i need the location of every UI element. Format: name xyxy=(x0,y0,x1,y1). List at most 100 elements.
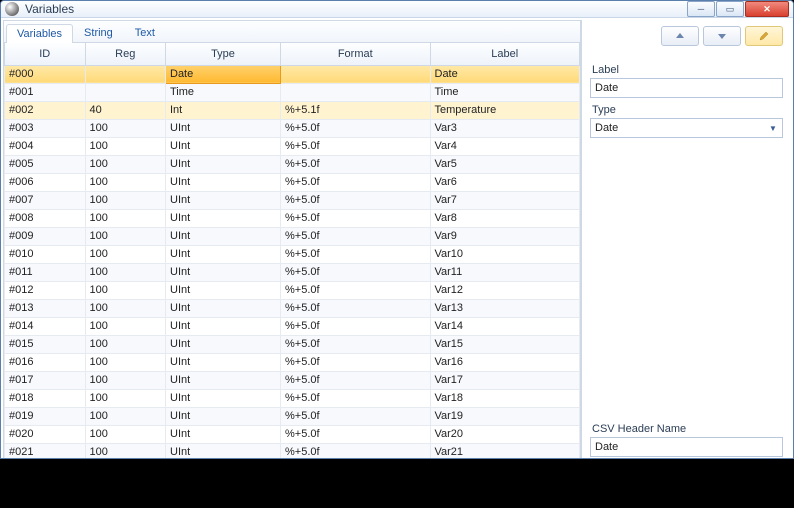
cell-reg[interactable]: 100 xyxy=(85,317,166,335)
cell-format[interactable]: %+5.1f xyxy=(281,101,431,119)
table-row[interactable]: #020100UInt%+5.0fVar20 xyxy=(5,425,580,443)
cell-label[interactable]: Date xyxy=(430,65,580,83)
cell-type[interactable]: UInt xyxy=(166,443,281,459)
cell-reg[interactable]: 100 xyxy=(85,389,166,407)
cell-type[interactable]: Date xyxy=(166,65,281,83)
cell-type[interactable]: UInt xyxy=(166,155,281,173)
cell-format[interactable]: %+5.0f xyxy=(281,227,431,245)
edit-button[interactable] xyxy=(745,26,783,46)
cell-label[interactable]: Var15 xyxy=(430,335,580,353)
cell-format[interactable]: %+5.0f xyxy=(281,407,431,425)
cell-reg[interactable]: 100 xyxy=(85,227,166,245)
cell-reg[interactable]: 100 xyxy=(85,353,166,371)
cell-format[interactable]: %+5.0f xyxy=(281,335,431,353)
cell-type[interactable]: UInt xyxy=(166,263,281,281)
cell-type[interactable]: UInt xyxy=(166,119,281,137)
move-up-button[interactable] xyxy=(661,26,699,46)
cell-label[interactable]: Var4 xyxy=(430,137,580,155)
cell-label[interactable]: Var3 xyxy=(430,119,580,137)
cell-reg[interactable]: 100 xyxy=(85,335,166,353)
cell-label[interactable]: Var9 xyxy=(430,227,580,245)
cell-id[interactable]: #018 xyxy=(5,389,86,407)
cell-type[interactable]: UInt xyxy=(166,407,281,425)
col-reg[interactable]: Reg xyxy=(85,43,166,65)
table-row[interactable]: #008100UInt%+5.0fVar8 xyxy=(5,209,580,227)
tab-text[interactable]: Text xyxy=(124,23,166,42)
cell-format[interactable]: %+5.0f xyxy=(281,119,431,137)
cell-reg[interactable]: 100 xyxy=(85,173,166,191)
minimize-button[interactable]: ─ xyxy=(687,1,715,17)
type-combo[interactable]: Date ▼ xyxy=(590,118,783,138)
cell-reg[interactable]: 100 xyxy=(85,119,166,137)
cell-id[interactable]: #005 xyxy=(5,155,86,173)
table-row[interactable]: #015100UInt%+5.0fVar15 xyxy=(5,335,580,353)
cell-label[interactable]: Time xyxy=(430,83,580,101)
table-row[interactable]: #006100UInt%+5.0fVar6 xyxy=(5,173,580,191)
cell-type[interactable]: UInt xyxy=(166,281,281,299)
cell-label[interactable]: Var13 xyxy=(430,299,580,317)
cell-reg[interactable]: 100 xyxy=(85,155,166,173)
cell-reg[interactable]: 100 xyxy=(85,191,166,209)
maximize-button[interactable]: ▭ xyxy=(716,1,744,17)
cell-type[interactable]: UInt xyxy=(166,245,281,263)
cell-format[interactable]: %+5.0f xyxy=(281,353,431,371)
cell-type[interactable]: UInt xyxy=(166,299,281,317)
cell-type[interactable]: UInt xyxy=(166,371,281,389)
cell-reg[interactable]: 40 xyxy=(85,101,166,119)
cell-type[interactable]: UInt xyxy=(166,389,281,407)
cell-label[interactable]: Var12 xyxy=(430,281,580,299)
table-row[interactable]: #014100UInt%+5.0fVar14 xyxy=(5,317,580,335)
cell-reg[interactable]: 100 xyxy=(85,281,166,299)
cell-id[interactable]: #009 xyxy=(5,227,86,245)
cell-label[interactable]: Var20 xyxy=(430,425,580,443)
table-row[interactable]: #016100UInt%+5.0fVar16 xyxy=(5,353,580,371)
table-row[interactable]: #021100UInt%+5.0fVar21 xyxy=(5,443,580,459)
cell-format[interactable]: %+5.0f xyxy=(281,173,431,191)
cell-type[interactable]: UInt xyxy=(166,335,281,353)
cell-reg[interactable]: 100 xyxy=(85,263,166,281)
cell-format[interactable] xyxy=(281,65,431,83)
cell-label[interactable]: Var6 xyxy=(430,173,580,191)
cell-label[interactable]: Var14 xyxy=(430,317,580,335)
cell-type[interactable]: UInt xyxy=(166,353,281,371)
cell-id[interactable]: #012 xyxy=(5,281,86,299)
table-row[interactable]: #012100UInt%+5.0fVar12 xyxy=(5,281,580,299)
cell-format[interactable]: %+5.0f xyxy=(281,281,431,299)
cell-format[interactable]: %+5.0f xyxy=(281,245,431,263)
cell-id[interactable]: #001 xyxy=(5,83,86,101)
table-row[interactable]: #004100UInt%+5.0fVar4 xyxy=(5,137,580,155)
table-row[interactable]: #019100UInt%+5.0fVar19 xyxy=(5,407,580,425)
cell-label[interactable]: Var7 xyxy=(430,191,580,209)
cell-format[interactable]: %+5.0f xyxy=(281,137,431,155)
label-field[interactable] xyxy=(590,78,783,98)
cell-format[interactable]: %+5.0f xyxy=(281,425,431,443)
cell-id[interactable]: #011 xyxy=(5,263,86,281)
cell-format[interactable]: %+5.0f xyxy=(281,443,431,459)
cell-format[interactable]: %+5.0f xyxy=(281,371,431,389)
col-format[interactable]: Format xyxy=(281,43,431,65)
cell-id[interactable]: #002 xyxy=(5,101,86,119)
cell-format[interactable]: %+5.0f xyxy=(281,317,431,335)
cell-reg[interactable]: 100 xyxy=(85,425,166,443)
cell-label[interactable]: Temperature xyxy=(430,101,580,119)
cell-id[interactable]: #000 xyxy=(5,65,86,83)
table-row[interactable]: #013100UInt%+5.0fVar13 xyxy=(5,299,580,317)
cell-format[interactable]: %+5.0f xyxy=(281,191,431,209)
cell-reg[interactable]: 100 xyxy=(85,299,166,317)
cell-id[interactable]: #020 xyxy=(5,425,86,443)
table-row[interactable]: #010100UInt%+5.0fVar10 xyxy=(5,245,580,263)
cell-format[interactable]: %+5.0f xyxy=(281,155,431,173)
cell-id[interactable]: #015 xyxy=(5,335,86,353)
cell-format[interactable]: %+5.0f xyxy=(281,389,431,407)
cell-label[interactable]: Var17 xyxy=(430,371,580,389)
table-row[interactable]: #007100UInt%+5.0fVar7 xyxy=(5,191,580,209)
table-row[interactable]: #003100UInt%+5.0fVar3 xyxy=(5,119,580,137)
cell-format[interactable]: %+5.0f xyxy=(281,209,431,227)
tab-variables[interactable]: Variables xyxy=(6,24,73,43)
cell-id[interactable]: #021 xyxy=(5,443,86,459)
cell-type[interactable]: Time xyxy=(166,83,281,101)
cell-type[interactable]: UInt xyxy=(166,227,281,245)
cell-label[interactable]: Var16 xyxy=(430,353,580,371)
cell-label[interactable]: Var19 xyxy=(430,407,580,425)
cell-format[interactable] xyxy=(281,83,431,101)
